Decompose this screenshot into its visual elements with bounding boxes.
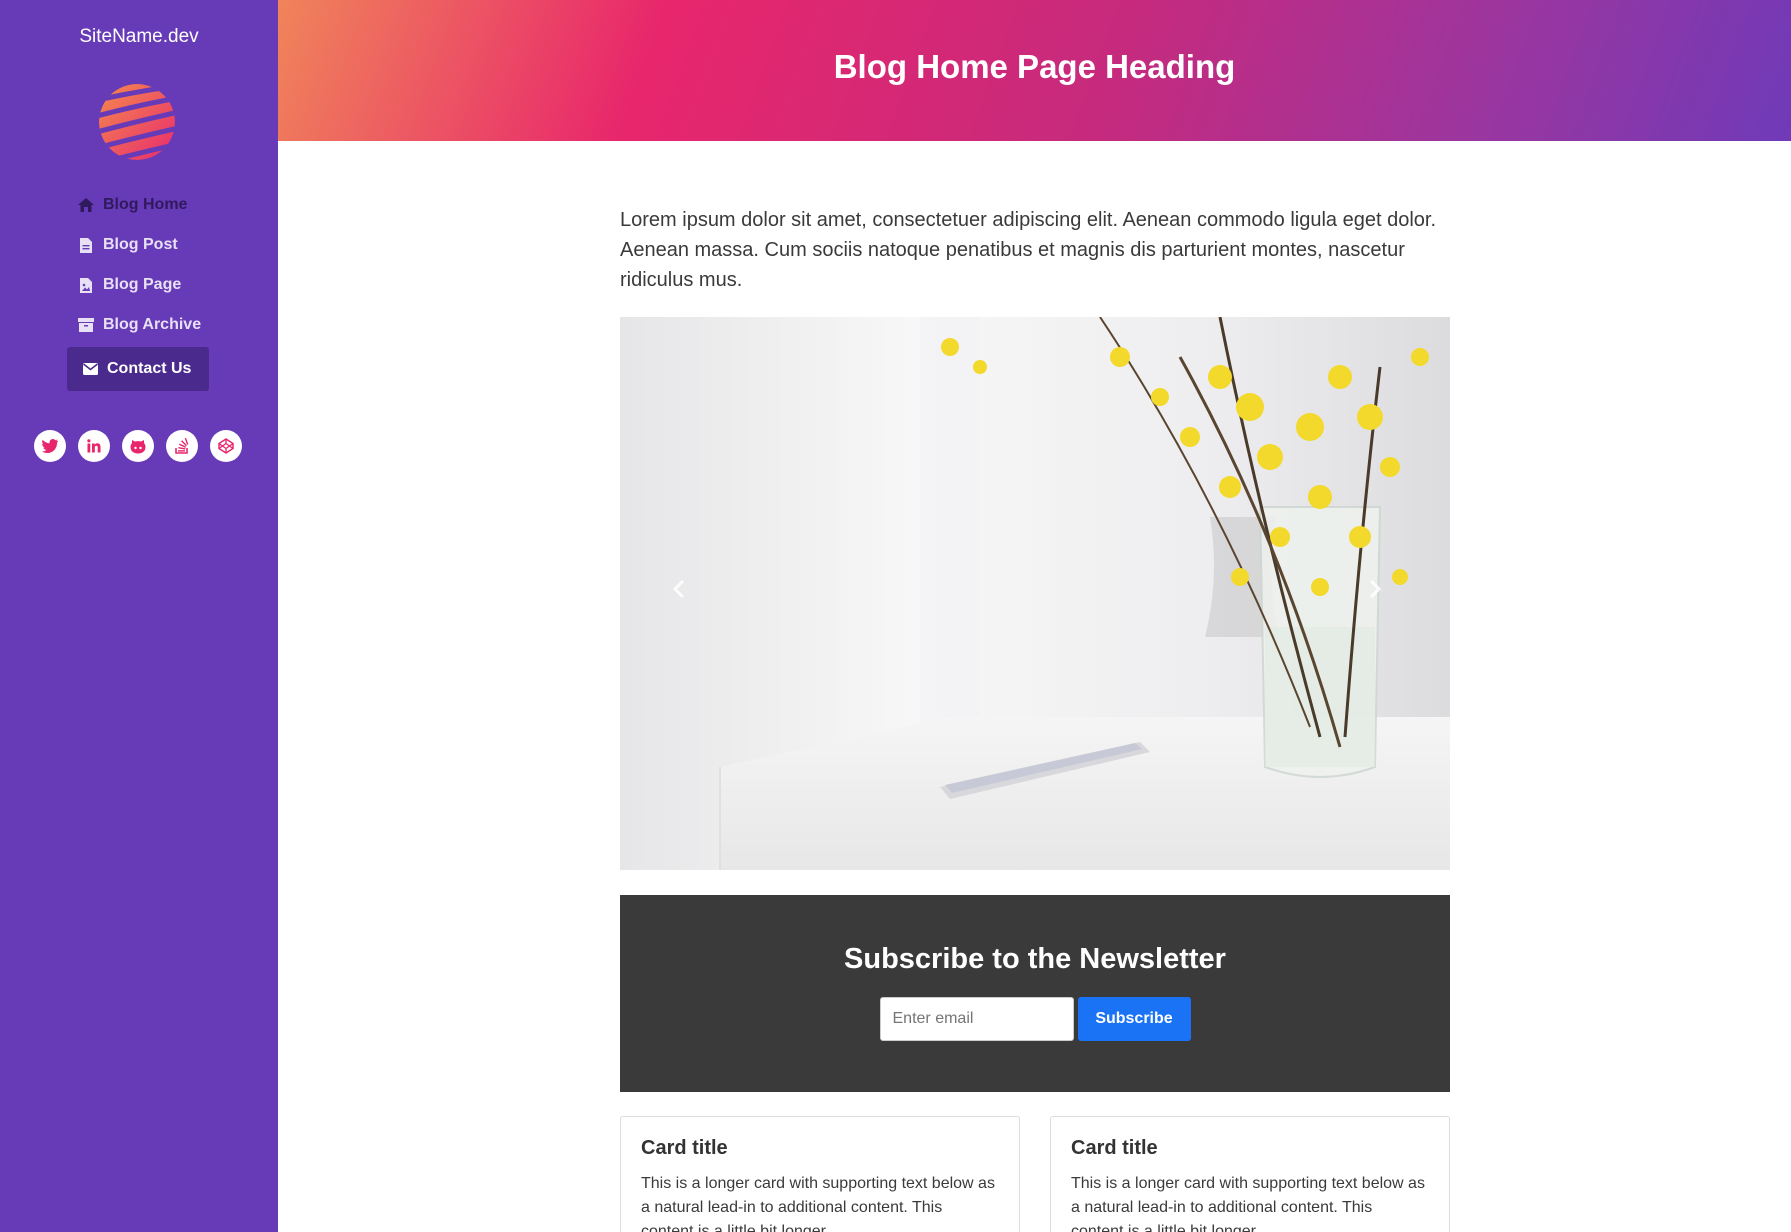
sidebar: SiteName.dev Blog Home Blog Post Blog Pa… xyxy=(0,0,278,1232)
logo-globe-icon[interactable] xyxy=(98,83,176,161)
newsletter-title: Subscribe to the Newsletter xyxy=(844,943,1226,975)
nav-item-blog-page[interactable]: Blog Page xyxy=(67,265,227,305)
intro-paragraph: Lorem ipsum dolor sit amet, consectetuer… xyxy=(620,209,1437,291)
file-icon xyxy=(77,236,95,254)
linkedin-link[interactable] xyxy=(78,430,110,462)
nav-label: Blog Home xyxy=(103,196,188,213)
image-carousel[interactable] xyxy=(620,317,1450,870)
github-link[interactable] xyxy=(122,430,154,462)
main-content: Lorem ipsum dolor sit amet, consectetuer… xyxy=(620,141,1450,1232)
nav-label: Contact Us xyxy=(107,360,192,377)
home-icon xyxy=(77,196,95,214)
stackoverflow-link[interactable] xyxy=(166,430,198,462)
nav-label: Blog Post xyxy=(103,236,178,253)
sidebar-nav: Blog Home Blog Post Blog Page Blog Archi… xyxy=(67,185,227,391)
twitter-icon xyxy=(42,439,58,453)
nav-label: Blog Page xyxy=(103,276,182,293)
github-icon xyxy=(130,439,146,453)
card: Card title This is a longer card with su… xyxy=(620,1116,1020,1232)
card-title: Card title xyxy=(1071,1137,1158,1159)
stackoverflow-icon xyxy=(175,438,189,454)
subscribe-button[interactable]: Subscribe xyxy=(1077,997,1191,1041)
nav-item-blog-post[interactable]: Blog Post xyxy=(67,225,227,265)
card-title: Card title xyxy=(641,1137,728,1159)
codepen-icon xyxy=(218,438,234,454)
nav-item-blog-archive[interactable]: Blog Archive xyxy=(67,305,227,345)
site-name[interactable]: SiteName.dev xyxy=(0,26,278,48)
page: SiteName.dev Blog Home Blog Post Blog Pa… xyxy=(0,0,1791,1232)
card-row: Card title This is a longer card with su… xyxy=(620,1116,1450,1232)
newsletter-section: Subscribe to the Newsletter Subscribe xyxy=(620,895,1450,1092)
archive-icon xyxy=(77,316,95,334)
carousel-image xyxy=(620,317,1450,870)
email-input[interactable] xyxy=(879,997,1074,1041)
nav-label: Blog Archive xyxy=(103,316,202,333)
carousel-prev-button[interactable] xyxy=(672,579,702,609)
card: Card title This is a longer card with su… xyxy=(1050,1116,1450,1232)
card-text: This is a longer card with supporting te… xyxy=(1071,1175,1425,1232)
page-header: Blog Home Page Heading xyxy=(278,0,1791,141)
twitter-link[interactable] xyxy=(34,430,66,462)
newsletter-form: Subscribe xyxy=(620,997,1450,1041)
card-text: This is a longer card with supporting te… xyxy=(641,1175,995,1232)
envelope-icon xyxy=(81,360,99,378)
page-title: Blog Home Page Heading xyxy=(833,47,1236,85)
linkedin-icon xyxy=(87,439,101,453)
nav-item-blog-home[interactable]: Blog Home xyxy=(67,185,227,225)
social-links xyxy=(34,430,242,462)
nav-item-contact-us[interactable]: Contact Us xyxy=(67,347,209,391)
codepen-link[interactable] xyxy=(210,430,242,462)
carousel-next-button[interactable] xyxy=(1368,579,1398,609)
chevron-right-icon xyxy=(1369,579,1382,599)
chevron-left-icon xyxy=(672,579,685,599)
file-image-icon xyxy=(77,276,95,294)
